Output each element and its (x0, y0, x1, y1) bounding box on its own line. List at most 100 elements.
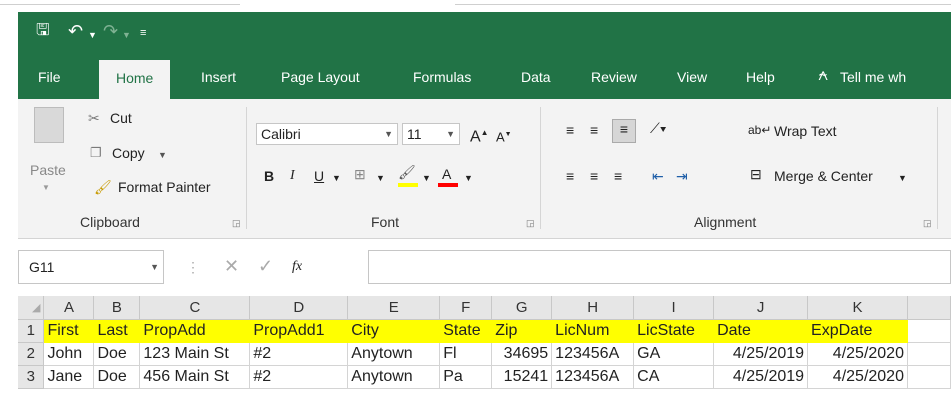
cell[interactable]: 4/25/2019 (713, 365, 809, 389)
column-header[interactable]: I (633, 296, 715, 320)
column-header[interactable]: E (347, 296, 441, 320)
column-header[interactable]: H (551, 296, 635, 320)
cell[interactable]: 123 Main St (139, 342, 251, 366)
font-launcher-icon[interactable]: ◲ (526, 218, 535, 229)
font-name-select[interactable]: Calibri ▼ (256, 123, 398, 145)
cell[interactable]: Zip (491, 319, 553, 343)
undo-icon[interactable]: ↶ (68, 21, 83, 41)
column-header[interactable]: D (249, 296, 349, 320)
cell[interactable]: LicNum (551, 319, 635, 343)
customize-icon[interactable]: ≡ (140, 23, 146, 43)
tab-formulas[interactable]: Formulas (413, 68, 471, 86)
tab-view[interactable]: View (677, 68, 707, 86)
column-header[interactable]: K (807, 296, 908, 320)
top-align-icon[interactable]: ≡ (566, 121, 574, 139)
increase-indent-icon[interactable]: ⇥ (676, 167, 688, 185)
align-right-icon[interactable]: ≡ (614, 167, 622, 185)
paste-button[interactable]: Paste (30, 161, 66, 179)
column-header[interactable]: B (93, 296, 141, 320)
cell[interactable] (907, 319, 951, 343)
alignment-launcher-icon[interactable]: ◲ (923, 218, 932, 229)
cell[interactable]: #2 (249, 365, 349, 389)
cell[interactable]: Date (713, 319, 809, 343)
fill-color-dropdown-icon[interactable]: ▼ (422, 169, 431, 187)
cell[interactable]: CA (633, 365, 715, 389)
borders-dropdown-icon[interactable]: ▼ (376, 169, 385, 187)
column-header[interactable]: C (139, 296, 251, 320)
merge-center-dropdown-icon[interactable]: ▼ (898, 169, 907, 187)
cut-button[interactable]: Cut (110, 109, 132, 127)
bold-button[interactable]: B (264, 167, 274, 185)
cell[interactable]: Doe (93, 365, 141, 389)
cell[interactable]: 123456A (551, 342, 635, 366)
cell[interactable] (907, 342, 951, 366)
copy-button[interactable]: Copy (112, 144, 145, 162)
redo-icon[interactable]: ↷ (103, 21, 118, 41)
cell[interactable]: #2 (249, 342, 349, 366)
italic-button[interactable]: I (290, 167, 295, 185)
cell[interactable]: GA (633, 342, 715, 366)
fill-color-icon[interactable]: 🖌 (398, 163, 416, 181)
tab-page-layout[interactable]: Page Layout (281, 68, 360, 86)
underline-dropdown-icon[interactable]: ▼ (332, 169, 341, 187)
tell-me-search[interactable]: Tell me wh (840, 68, 906, 86)
merge-center-button[interactable]: Merge & Center (774, 167, 873, 185)
cell[interactable]: 456 Main St (139, 365, 251, 389)
column-header[interactable]: F (439, 296, 493, 320)
font-color-button[interactable]: A (442, 165, 451, 183)
cell[interactable]: State (439, 319, 493, 343)
align-left-icon[interactable]: ≡ (566, 167, 574, 185)
cell[interactable] (907, 365, 951, 389)
tab-review[interactable]: Review (591, 68, 637, 86)
row-header[interactable]: 3 (18, 365, 45, 389)
grow-font-icon[interactable]: A▲ (470, 124, 489, 146)
enter-icon[interactable]: ✓ (258, 257, 273, 275)
tab-insert[interactable]: Insert (201, 68, 236, 86)
shrink-font-icon[interactable]: A▼ (496, 126, 512, 146)
format-painter-button[interactable]: Format Painter (118, 178, 211, 196)
cell[interactable]: City (347, 319, 441, 343)
cell[interactable]: 4/25/2020 (807, 365, 908, 389)
insert-function-button[interactable]: fx (292, 258, 302, 276)
cell[interactable]: LicState (633, 319, 715, 343)
tab-help[interactable]: Help (746, 68, 775, 86)
paste-dropdown-icon[interactable]: ▼ (42, 179, 50, 197)
cell[interactable]: 15241 (491, 365, 553, 389)
cell[interactable]: Jane (43, 365, 95, 389)
row-header[interactable]: 1 (18, 319, 45, 343)
bottom-align-icon[interactable]: ≡ (612, 119, 636, 143)
name-box[interactable]: G11 ▼ (18, 250, 164, 284)
cell[interactable]: John (43, 342, 95, 366)
copy-dropdown-icon[interactable]: ▼ (158, 146, 167, 164)
cell[interactable]: PropAdd1 (249, 319, 349, 343)
cell[interactable]: Fl (439, 342, 493, 366)
column-header[interactable]: J (713, 296, 809, 320)
cell[interactable]: First (43, 319, 95, 343)
decrease-indent-icon[interactable]: ⇤ (652, 167, 664, 185)
formula-input[interactable] (368, 250, 951, 284)
cell[interactable]: Anytown (347, 365, 441, 389)
orientation-icon[interactable]: ⟋▾ (650, 119, 667, 137)
font-color-dropdown-icon[interactable]: ▼ (464, 169, 473, 187)
paste-icon[interactable] (34, 107, 64, 143)
middle-align-icon[interactable]: ≡ (590, 121, 598, 139)
cell[interactable]: 4/25/2019 (713, 342, 809, 366)
tab-file[interactable]: File (38, 68, 61, 86)
clipboard-launcher-icon[interactable]: ◲ (232, 218, 241, 229)
save-icon[interactable]: 🖫 (36, 21, 50, 41)
align-center-icon[interactable]: ≡ (590, 167, 598, 185)
cell[interactable]: PropAdd (139, 319, 251, 343)
cell[interactable]: 123456A (551, 365, 635, 389)
font-size-select[interactable]: 11 ▼ (402, 123, 460, 145)
column-header[interactable]: G (491, 296, 553, 320)
cell[interactable]: Anytown (347, 342, 441, 366)
cell[interactable]: ExpDate (807, 319, 908, 343)
column-header[interactable]: A (43, 296, 95, 320)
borders-icon[interactable]: ⊞ (354, 165, 366, 183)
redo-dropdown-icon[interactable]: ▼ (122, 25, 131, 45)
cell[interactable]: Pa (439, 365, 493, 389)
row-header[interactable]: 2 (18, 342, 45, 366)
cell[interactable]: 34695 (491, 342, 553, 366)
cancel-icon[interactable]: ✕ (224, 257, 239, 275)
undo-dropdown-icon[interactable]: ▼ (88, 25, 97, 45)
